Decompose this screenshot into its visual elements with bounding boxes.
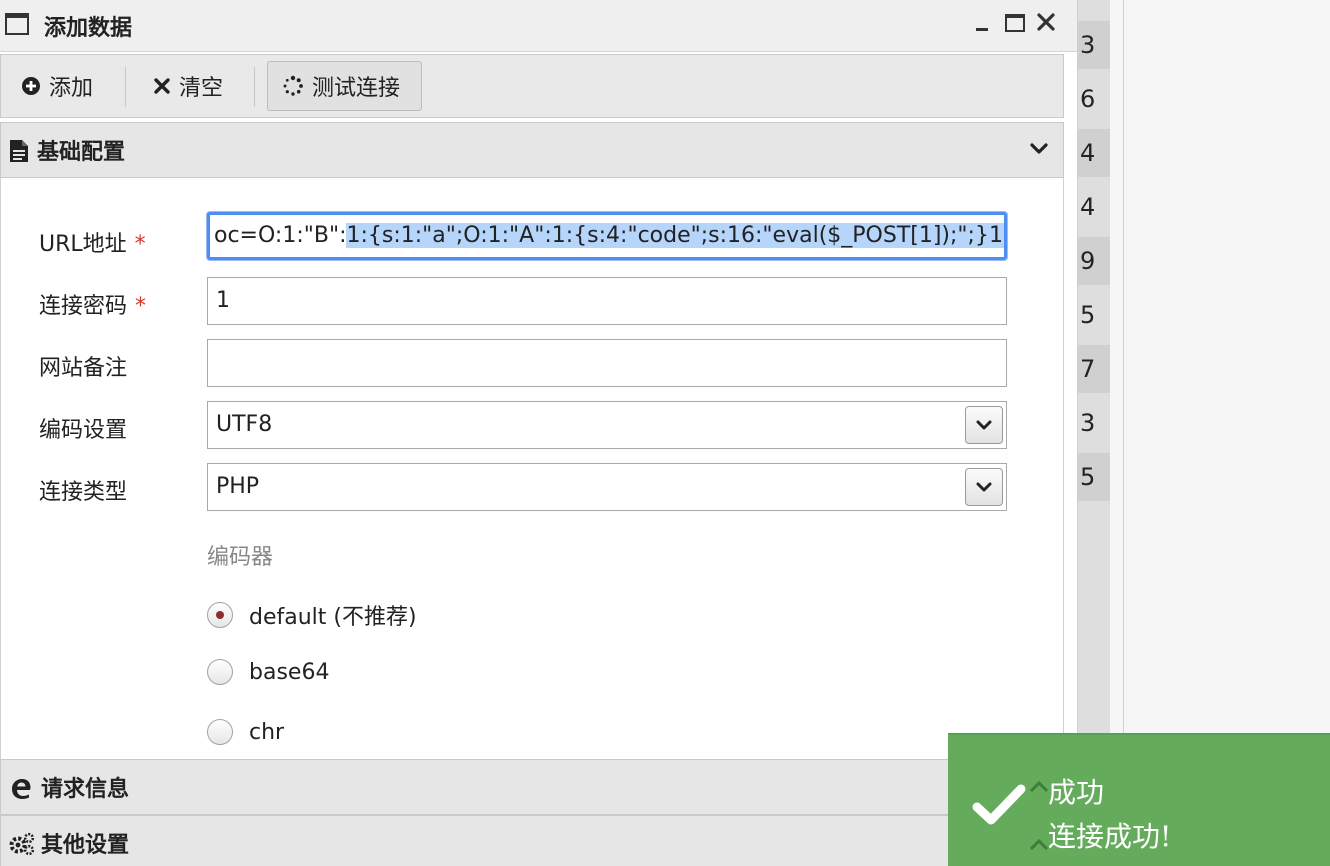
basic-config-header[interactable]: 基础配置 [0,122,1064,178]
cogs-icon [9,832,35,860]
caret-up-icon [1028,775,1050,800]
background-list-item[interactable]: 3 [1078,21,1110,69]
type-select-value: PHP [216,474,260,499]
encoding-select-value: UTF8 [216,412,273,437]
toast-title: 成功 [1048,776,1105,809]
url-label-text: URL地址 [39,232,127,257]
radio-dot [216,611,224,619]
encoder-option-label: chr [249,719,285,745]
encoding-label: 编码设置 [39,418,128,443]
spinner-icon [282,75,304,97]
test-connection-button[interactable]: 测试连接 [267,61,422,111]
minimize-button[interactable] [975,12,989,40]
success-toast[interactable]: 成功 连接成功! [948,733,1330,866]
request-info-header[interactable]: 请求信息 [0,759,1064,815]
basic-config-form: URL地址 * oc=O:1:"B":1:{s:1:"a";O:1:"A":1:{… [0,178,1064,759]
clear-button[interactable]: 清空 [153,61,223,111]
background-list-item[interactable]: 6 [1078,75,1110,123]
maximize-button[interactable] [1005,14,1025,32]
password-input[interactable]: 1 [207,277,1007,325]
password-label: 连接密码 * [39,288,146,320]
other-settings-header[interactable]: 其他设置 [0,815,1064,866]
radio-button[interactable] [207,659,233,685]
note-label: 网站备注 [39,356,128,381]
background-list-item[interactable]: 5 [1078,291,1110,339]
encoder-option-label: base64 [249,659,330,685]
window-title: 添加数据 [44,16,133,41]
toolbar-divider [254,67,255,107]
close-button[interactable] [1036,10,1056,38]
encoding-select[interactable]: UTF8 [207,401,1007,449]
toolbar-divider [125,67,126,107]
required-mark: * [135,294,147,319]
encoder-option-label: default (不推荐) [249,605,417,630]
type-label: 连接类型 [39,480,128,505]
encoding-dropdown-button[interactable] [965,406,1003,444]
chevron-down-icon [976,482,992,492]
url-input-selection: 1:{s:1:"a";O:1:"A":1:{s:4:"code";s:16:"e… [346,223,1004,248]
times-icon [153,77,171,95]
other-settings-title: 其他设置 [41,833,130,858]
request-info-title: 请求信息 [41,777,130,802]
type-dropdown-button[interactable] [965,468,1003,506]
background-list-item[interactable]: 5 [1078,453,1110,501]
add-button-label: 添加 [49,76,94,101]
chevron-down-icon [976,420,992,430]
basic-config-title: 基础配置 [37,140,126,165]
close-icon [1037,13,1055,31]
check-icon [972,783,1026,831]
encoder-option-default[interactable]: default (不推荐) [207,599,417,631]
edge-icon [9,776,33,804]
window-icon [5,13,29,35]
note-input[interactable] [207,339,1007,387]
encoder-option-base64[interactable]: base64 [207,659,329,685]
url-input[interactable]: oc=O:1:"B":1:{s:1:"a";O:1:"A":1:{s:4:"co… [207,212,1007,260]
background-list-item[interactable]: 4 [1078,183,1110,231]
toolbar: 添加 清空 测试连接 [0,54,1064,118]
radio-button[interactable] [207,719,233,745]
add-button[interactable]: 添加 [21,61,93,111]
radio-button[interactable] [207,602,233,628]
background-list-item[interactable]: 4 [1078,129,1110,177]
url-label: URL地址 * [39,226,146,258]
caret-up-icon [1028,833,1050,858]
background-list-item[interactable]: 3 [1078,399,1110,447]
clear-button-label: 清空 [179,76,224,101]
test-connection-label: 测试连接 [312,76,401,101]
background-list-item[interactable]: 9 [1078,237,1110,285]
add-data-window: 添加数据 添加 清空 测试连接 基础配置 URL地址 * oc=O:1:"B":… [0,0,1078,866]
background-list-item[interactable]: 7 [1078,345,1110,393]
title-bar[interactable]: 添加数据 [0,0,1077,52]
plus-circle-icon [21,76,41,96]
minimize-icon [976,28,988,31]
type-select[interactable]: PHP [207,463,1007,511]
file-text-icon [9,139,29,167]
chevron-down-icon [1029,141,1049,160]
required-mark: * [134,232,146,257]
encoder-title: 编码器 [207,545,274,570]
toast-message: 连接成功! [1048,820,1172,853]
password-label-text: 连接密码 [39,294,128,319]
url-input-text: oc=O:1:"B": [214,223,347,248]
encoder-option-chr[interactable]: chr [207,719,284,745]
